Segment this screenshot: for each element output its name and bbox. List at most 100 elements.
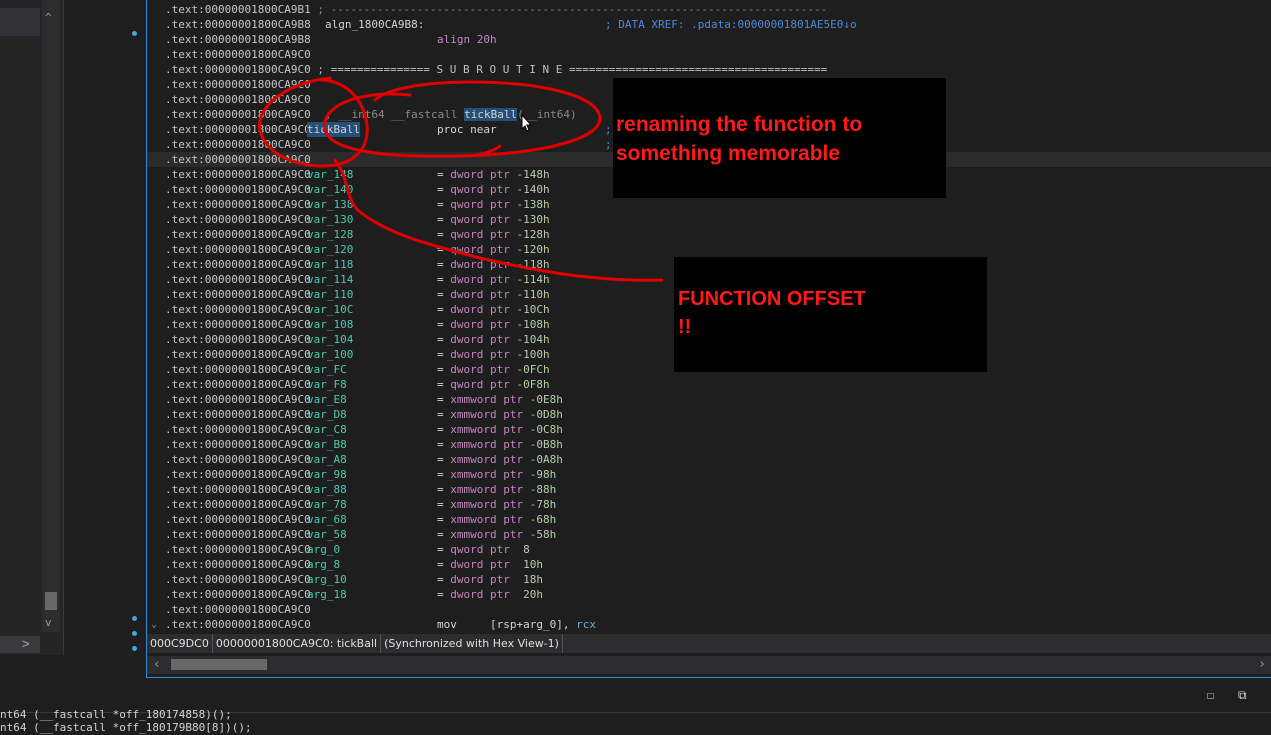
code-line[interactable]: .text:00000001800CA9C0 var_78 = xmmword pt… [147, 497, 1271, 512]
var-offset: -10Ch [516, 303, 550, 316]
code-line[interactable]: .text:00000001800CA9C0 arg_18 = dword ptr … [147, 587, 1271, 602]
stack-var-def: = xmmword ptr -0B8h [437, 438, 563, 451]
stack-variable[interactable]: var_114 [307, 272, 353, 287]
stack-variable[interactable]: var_68 [307, 512, 347, 527]
chevron-left-icon[interactable]: ‹ [153, 657, 161, 672]
dock-bar: ☐ ⧉ [0, 678, 1271, 712]
function-label-selected[interactable]: tickBall [307, 122, 360, 137]
horizontal-scrollbar[interactable]: ‹ › [147, 656, 1271, 674]
breakpoint-dot-icon[interactable] [132, 646, 137, 651]
var-type: dword [450, 168, 484, 181]
code-line[interactable]: .text:00000001800CA9C0 ⌄ mov [rsp+arg_0], … [147, 617, 1271, 632]
stack-variable[interactable]: var_140 [307, 182, 353, 197]
stack-variable[interactable]: var_88 [307, 482, 347, 497]
address: .text:00000001800CA9C0 [165, 498, 311, 511]
stack-variable[interactable]: var_108 [307, 317, 353, 332]
horizontal-scroll-thumb[interactable] [171, 659, 267, 670]
stack-variable[interactable]: var_110 [307, 287, 353, 302]
code-line[interactable]: .text:00000001800CA9C0 var_E8 = xmmword pt… [147, 392, 1271, 407]
stack-variable[interactable]: var_B8 [307, 437, 347, 452]
code-line[interactable]: .text:00000001800CA9C0 var_A8 = xmmword pt… [147, 452, 1271, 467]
left-scroll-thumb[interactable] [45, 592, 57, 610]
code-label[interactable]: algn_1800CA9B8: [325, 17, 424, 32]
code-line[interactable]: .text:00000001800CA9C0 var_B8 = xmmword pt… [147, 437, 1271, 452]
stack-variable[interactable]: arg_10 [307, 572, 347, 587]
address: .text:00000001800CA9C0 [165, 453, 311, 466]
code-line[interactable]: .text:00000001800CA9C0 var_58 = xmmword pt… [147, 527, 1271, 542]
breakpoint-dot-icon[interactable] [132, 631, 137, 636]
address: .text:00000001800CA9C0 [165, 318, 311, 331]
stack-variable[interactable]: var_10C [307, 302, 353, 317]
stack-variable[interactable]: var_104 [307, 332, 353, 347]
code-line[interactable]: .text:00000001800CA9C0 var_130 = qword ptr… [147, 212, 1271, 227]
code-line[interactable]: .text:00000001800CA9C0 [147, 602, 1271, 617]
var-type: dword [450, 573, 484, 586]
stack-variable[interactable]: var_A8 [307, 452, 347, 467]
stack-variable[interactable]: var_C8 [307, 422, 347, 437]
stack-var-def: = xmmword ptr -68h [437, 513, 557, 526]
chevron-right-icon[interactable]: > [22, 637, 30, 652]
code-line[interactable]: .text:00000001800CA9C0 arg_8 = dword ptr 1… [147, 557, 1271, 572]
stack-variable[interactable]: var_FC [307, 362, 347, 377]
function-name-selected[interactable]: tickBall [464, 108, 518, 121]
var-type: dword [450, 273, 484, 286]
code-line[interactable]: .text:00000001800CA9C0 var_F8 = qword ptr … [147, 377, 1271, 392]
stack-variable[interactable]: var_100 [307, 347, 353, 362]
var-type: xmmword [450, 483, 497, 496]
left-panel-header[interactable] [0, 8, 40, 36]
stack-variable[interactable]: var_98 [307, 467, 347, 482]
stack-variable[interactable]: var_E8 [307, 392, 347, 407]
breakpoint-dot-icon[interactable] [132, 616, 137, 621]
code-line[interactable]: .text:00000001800CA9C0 var_D8 = xmmword pt… [147, 407, 1271, 422]
stack-variable[interactable]: var_78 [307, 497, 347, 512]
code-line[interactable]: .text:00000001800CA9C0 var_138 = qword ptr… [147, 197, 1271, 212]
stack-variable[interactable]: var_118 [307, 257, 353, 272]
restore-window-icon[interactable]: ☐ [1207, 688, 1214, 702]
code-line[interactable]: .text:00000001800CA9C0 var_98 = xmmword pt… [147, 467, 1271, 482]
var-type: dword [450, 318, 484, 331]
code-line[interactable]: .text:00000001800CA9C0 var_88 = xmmword pt… [147, 482, 1271, 497]
tile-window-icon[interactable]: ⧉ [1238, 688, 1247, 703]
left-vertical-scrollbar[interactable]: ^ v [42, 0, 60, 632]
stack-variable[interactable]: var_D8 [307, 407, 347, 422]
code-line[interactable]: .text:00000001800CA9C0 var_120 = qword ptr… [147, 242, 1271, 257]
mnemonic: mov [437, 618, 457, 631]
address: .text:00000001800CA9C0 [165, 198, 311, 211]
code-line[interactable]: .text:00000001800CA9C0 ; ===============… [147, 62, 1271, 77]
code-line[interactable]: .text:00000001800CA9C0 var_128 = qword ptr… [147, 227, 1271, 242]
address: .text:00000001800CA9C0 [165, 618, 311, 631]
chevron-right-icon[interactable]: › [1258, 657, 1266, 672]
breakpoint-dot-icon[interactable] [132, 31, 137, 36]
address: .text:00000001800CA9C0 [165, 108, 311, 121]
scroll-up-icon[interactable]: ^ [45, 12, 52, 24]
var-type: xmmword [450, 528, 497, 541]
code-line[interactable]: .text:00000001800CA9C0 var_68 = xmmword pt… [147, 512, 1271, 527]
stack-variable[interactable]: arg_8 [307, 557, 340, 572]
address: .text:00000001800CA9C0 [165, 273, 311, 286]
stack-variable[interactable]: var_138 [307, 197, 353, 212]
stack-variable[interactable]: arg_0 [307, 542, 340, 557]
stack-variable[interactable]: var_120 [307, 242, 353, 257]
var-offset: -118h [516, 258, 550, 271]
stack-variable[interactable]: var_58 [307, 527, 347, 542]
var-offset: 10h [516, 558, 543, 571]
stack-variable[interactable]: var_128 [307, 227, 353, 242]
left-horizontal-scroll[interactable] [0, 636, 40, 653]
instruction[interactable]: mov [rsp+arg_0], rcx [437, 617, 596, 632]
stack-variable[interactable]: var_F8 [307, 377, 347, 392]
code-line[interactable]: .text:00000001800CA9C0 [147, 47, 1271, 62]
code-line[interactable]: .text:00000001800CA9B8 algn_1800CA9B8: ; D… [147, 17, 1271, 32]
code-line[interactable]: .text:00000001800CA9C0 arg_0 = qword ptr 8 [147, 542, 1271, 557]
scroll-down-icon[interactable]: v [45, 617, 52, 629]
pseudocode-pane[interactable]: nt64 (__fastcall *off_180174858)(); nt64… [0, 708, 1271, 735]
stack-var-def: = qword ptr -128h [437, 228, 550, 241]
fold-chevron-icon[interactable]: ⌄ [151, 617, 157, 632]
stack-variable[interactable]: var_130 [307, 212, 353, 227]
code-line[interactable]: .text:00000001800CA9C0 var_C8 = xmmword pt… [147, 422, 1271, 437]
code-line[interactable]: .text:00000001800CA9B8 align 20h [147, 32, 1271, 47]
address: .text:00000001800CA9B8 [165, 18, 311, 31]
code-line[interactable]: .text:00000001800CA9C0 arg_10 = dword ptr … [147, 572, 1271, 587]
stack-variable[interactable]: var_148 [307, 167, 353, 182]
stack-variable[interactable]: arg_18 [307, 587, 347, 602]
code-line[interactable]: .text:00000001800CA9B1 ; ---------------… [147, 2, 1271, 17]
